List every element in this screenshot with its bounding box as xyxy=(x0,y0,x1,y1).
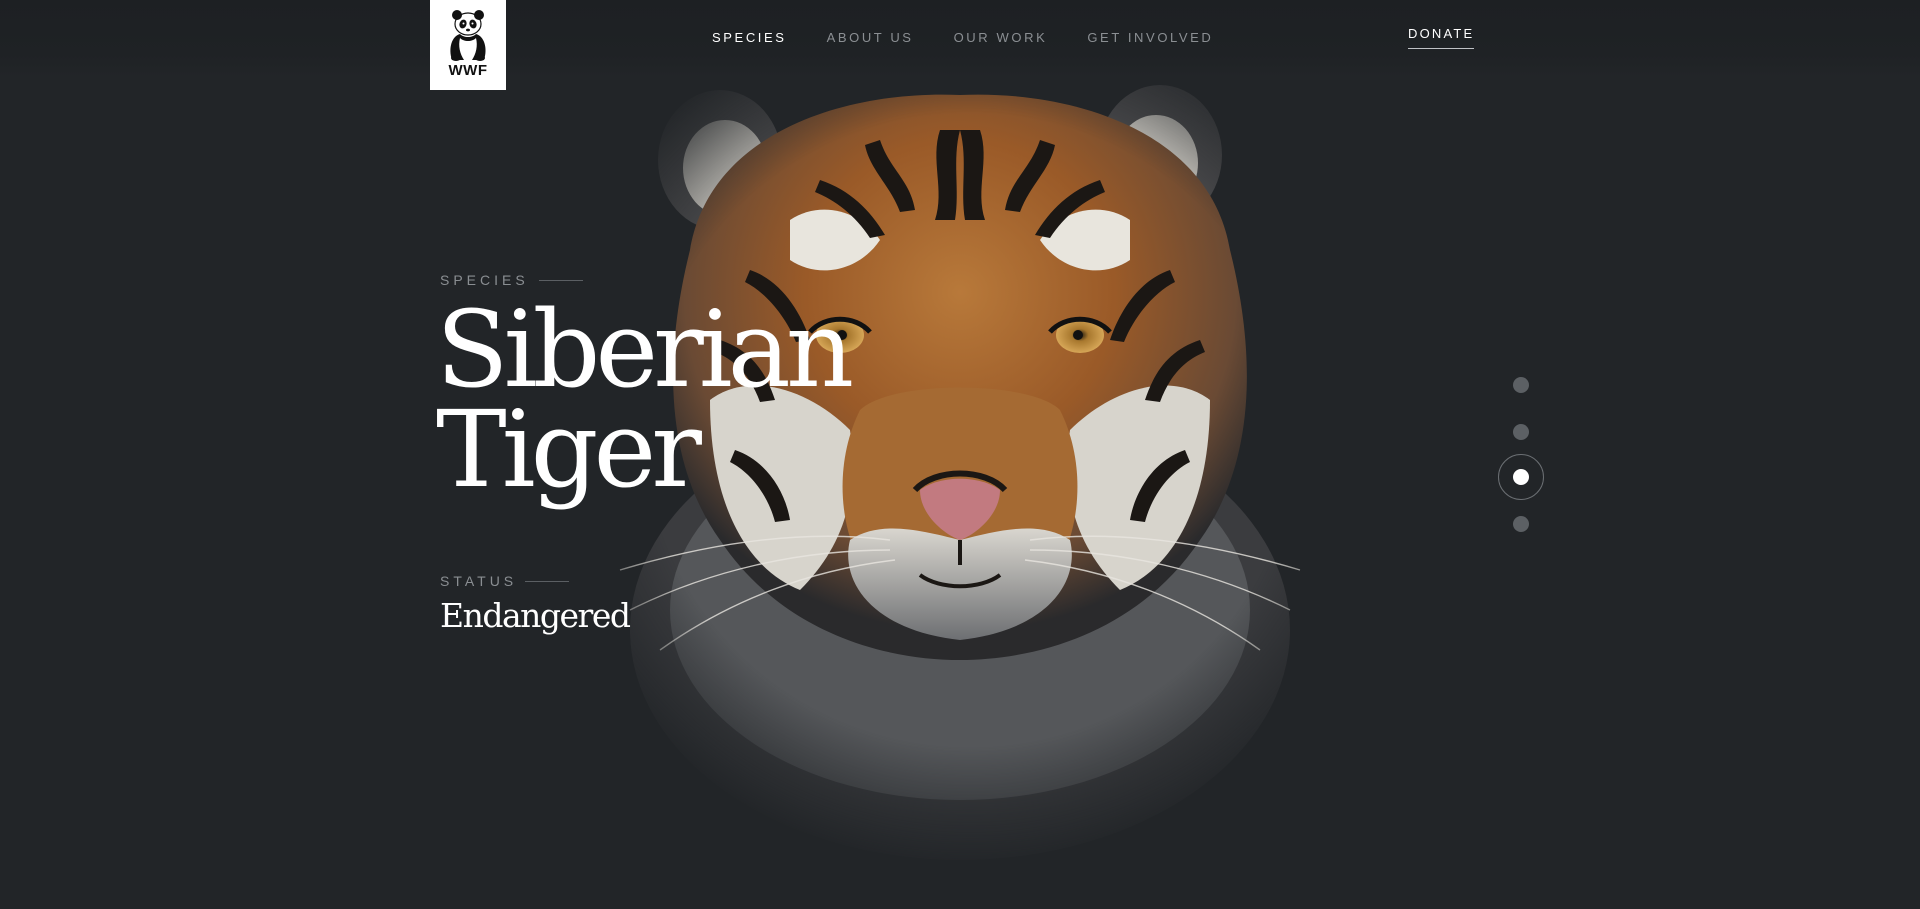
panda-icon xyxy=(450,10,486,61)
nav-item-species[interactable]: SPECIES xyxy=(712,30,787,45)
status-label: STATUS xyxy=(440,573,570,589)
page-title: Siberian Tiger xyxy=(436,288,854,511)
pagination-dot-1[interactable] xyxy=(1513,377,1529,393)
nav-item-about-us[interactable]: ABOUT US xyxy=(827,30,914,45)
wwf-logo[interactable]: WWF xyxy=(430,0,506,90)
status-label-text: STATUS xyxy=(440,573,518,589)
status-divider xyxy=(525,580,570,582)
title-line-2: Tiger xyxy=(436,388,702,511)
eyebrow-divider xyxy=(538,279,583,281)
donate-button[interactable]: DONATE xyxy=(1408,26,1475,49)
pagination-dot-active-indicator xyxy=(1513,469,1529,485)
main-nav: SPECIES ABOUT US OUR WORK GET INVOLVED xyxy=(712,30,1253,45)
title-line-1: Siberian xyxy=(436,288,854,411)
pagination-dot-2[interactable] xyxy=(1513,424,1529,440)
pagination-dot-4[interactable] xyxy=(1513,516,1529,532)
nav-item-get-involved[interactable]: GET INVOLVED xyxy=(1087,30,1213,45)
species-eyebrow: SPECIES xyxy=(440,272,583,288)
status-value: Endangered xyxy=(440,596,631,635)
nav-item-our-work[interactable]: OUR WORK xyxy=(954,30,1048,45)
species-eyebrow-label: SPECIES xyxy=(440,272,529,288)
pagination-dot-3[interactable] xyxy=(1498,454,1544,500)
logo-text: WWF xyxy=(448,62,488,79)
